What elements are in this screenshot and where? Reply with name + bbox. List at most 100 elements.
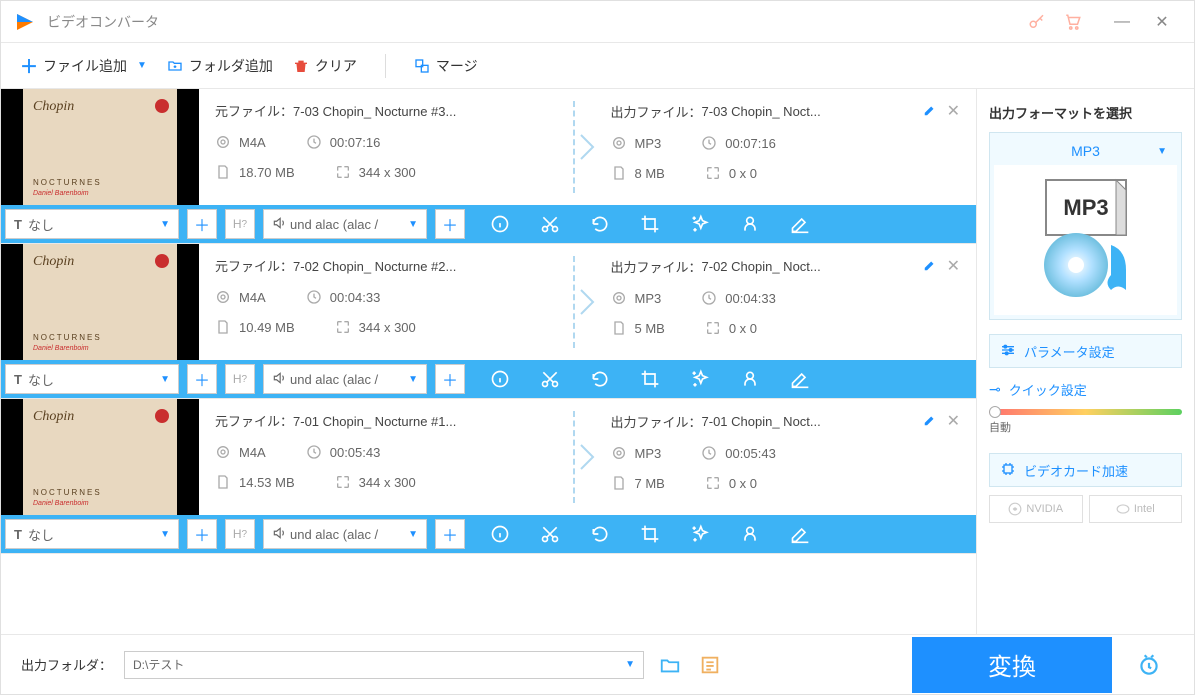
audio-track-select[interactable]: und alac (alac / ▼: [263, 364, 427, 394]
list-button[interactable]: [696, 651, 724, 679]
parameter-settings-button[interactable]: パラメータ設定: [989, 334, 1182, 368]
edit-button[interactable]: [923, 413, 937, 430]
subtitle-search-button[interactable]: H?: [225, 209, 255, 239]
key-icon[interactable]: [1028, 13, 1046, 31]
merge-label: マージ: [436, 56, 478, 76]
slider-thumb[interactable]: [989, 406, 1001, 418]
thumbnail[interactable]: Chopin NOCTURNES Daniel Barenboim: [1, 89, 199, 205]
watermark-button[interactable]: [739, 213, 761, 235]
merge-icon: [414, 58, 430, 74]
quick-icon: ⊸: [989, 381, 1001, 398]
rotate-button[interactable]: [589, 368, 611, 390]
subtitle-value: なし: [28, 525, 54, 544]
add-audio-button[interactable]: ＋: [435, 519, 465, 549]
add-file-label: ファイル追加: [43, 56, 127, 76]
effects-button[interactable]: [689, 523, 711, 545]
info-button[interactable]: [489, 368, 511, 390]
src-dims: 344 x 300: [359, 320, 416, 335]
edit-button[interactable]: [789, 523, 811, 545]
cut-button[interactable]: [539, 368, 561, 390]
rotate-button[interactable]: [589, 213, 611, 235]
clock-icon: [306, 134, 322, 150]
add-subtitle-button[interactable]: ＋: [187, 209, 217, 239]
merge-button[interactable]: マージ: [414, 56, 478, 76]
format-icon: [611, 135, 627, 151]
thumbnail[interactable]: Chopin NOCTURNES Daniel Barenboim: [1, 244, 199, 360]
out-file-name: 7-01 Chopin_ Noct...: [702, 414, 821, 429]
gpu-accel-label: ビデオカード加速: [1024, 461, 1128, 480]
add-audio-button[interactable]: ＋: [435, 209, 465, 239]
cut-button[interactable]: [539, 523, 561, 545]
add-subtitle-button[interactable]: ＋: [187, 519, 217, 549]
quick-settings-title: ⊸ クイック設定: [989, 380, 1182, 399]
clear-button[interactable]: クリア: [293, 56, 357, 76]
minimize-button[interactable]: —: [1102, 7, 1142, 37]
schedule-button[interactable]: [1124, 637, 1174, 693]
format-selector[interactable]: MP3 ▼ MP3: [989, 132, 1182, 320]
format-icon: [611, 445, 627, 461]
file-icon: [215, 164, 231, 180]
watermark-button[interactable]: [739, 523, 761, 545]
src-dims: 344 x 300: [359, 165, 416, 180]
add-folder-button[interactable]: フォルダ追加: [167, 56, 273, 76]
src-file-name: 7-03 Chopin_ Nocturne #3...: [293, 104, 456, 119]
thumb-sub: Daniel Barenboim: [33, 500, 89, 507]
close-button[interactable]: ✕: [1142, 7, 1182, 37]
output-folder-select[interactable]: D:\テスト ▼: [124, 651, 644, 679]
audio-track-select[interactable]: und alac (alac / ▼: [263, 209, 427, 239]
subtitle-search-button[interactable]: H?: [225, 519, 255, 549]
add-subtitle-button[interactable]: ＋: [187, 364, 217, 394]
gpu-accel-button[interactable]: ビデオカード加速: [989, 453, 1182, 487]
subtitle-select[interactable]: T なし ▼: [5, 364, 179, 394]
crop-button[interactable]: [639, 523, 661, 545]
subtitle-value: なし: [28, 370, 54, 389]
file-icon: [611, 165, 627, 181]
effects-button[interactable]: [689, 213, 711, 235]
remove-button[interactable]: ✕: [947, 256, 960, 276]
thumb-brand: Chopin: [33, 99, 74, 115]
out-size: 7 MB: [635, 476, 665, 491]
out-size: 8 MB: [635, 166, 665, 181]
remove-button[interactable]: ✕: [947, 411, 960, 431]
thumb-brand: Chopin: [33, 409, 74, 425]
crop-button[interactable]: [639, 368, 661, 390]
watermark-button[interactable]: [739, 368, 761, 390]
rotate-button[interactable]: [589, 523, 611, 545]
effects-button[interactable]: [689, 368, 711, 390]
add-file-button[interactable]: ＋ ファイル追加 ▼: [21, 56, 147, 76]
info-button[interactable]: [489, 213, 511, 235]
nvidia-label: NVIDIA: [1026, 503, 1063, 515]
cut-button[interactable]: [539, 213, 561, 235]
open-folder-button[interactable]: [656, 651, 684, 679]
crop-button[interactable]: [639, 213, 661, 235]
file-icon: [215, 474, 231, 490]
chevron-down-icon: ▼: [1157, 146, 1167, 157]
subtitle-search-button[interactable]: H?: [225, 364, 255, 394]
edit-button[interactable]: [923, 258, 937, 275]
edit-button[interactable]: [789, 213, 811, 235]
src-dims: 344 x 300: [359, 475, 416, 490]
info-button[interactable]: [489, 523, 511, 545]
text-icon: T: [14, 372, 22, 387]
edit-button[interactable]: [923, 103, 937, 120]
output-format-title: 出力フォーマットを選択: [989, 103, 1182, 122]
cart-icon[interactable]: [1064, 13, 1082, 31]
clear-label: クリア: [315, 56, 357, 76]
audio-track-select[interactable]: und alac (alac / ▼: [263, 519, 427, 549]
out-duration: 00:04:33: [725, 291, 776, 306]
subtitle-select[interactable]: T なし ▼: [5, 209, 179, 239]
thumb-text: NOCTURNES: [33, 178, 102, 187]
thumbnail[interactable]: Chopin NOCTURNES Daniel Barenboim: [1, 399, 199, 515]
subtitle-value: なし: [28, 215, 54, 234]
add-audio-button[interactable]: ＋: [435, 364, 465, 394]
convert-button[interactable]: 変換: [912, 637, 1112, 693]
subtitle-select[interactable]: T なし ▼: [5, 519, 179, 549]
thumb-dot-icon: [155, 254, 169, 268]
out-file-label: 出力ファイル：: [611, 102, 702, 121]
remove-button[interactable]: ✕: [947, 101, 960, 121]
quality-slider[interactable]: [989, 409, 1182, 415]
plus-icon: ＋: [21, 58, 37, 74]
text-icon: T: [14, 217, 22, 232]
thumb-sub: Daniel Barenboim: [33, 345, 89, 352]
edit-button[interactable]: [789, 368, 811, 390]
